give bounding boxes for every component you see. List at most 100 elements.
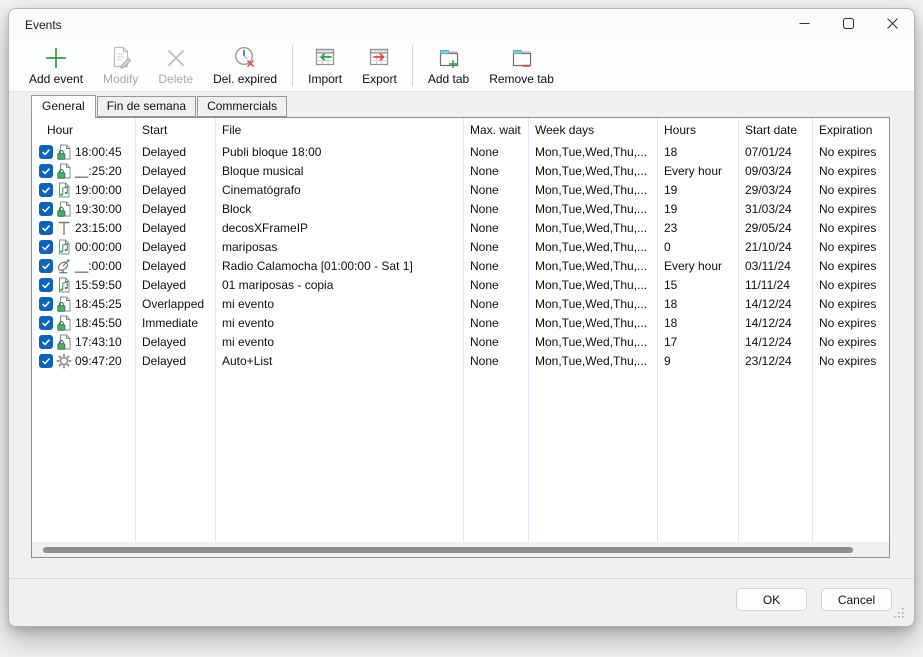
table-row[interactable]: 18:45:25Overlappedmi eventoNoneMon,Tue,W… <box>32 294 889 313</box>
cell-max-wait: None <box>463 221 528 235</box>
cell-start: Overlapped <box>135 297 215 311</box>
hour-value: 09:47:20 <box>75 354 122 368</box>
import-icon <box>312 44 338 72</box>
column-header-max-wait[interactable]: Max. wait <box>463 123 528 137</box>
hour-value: 18:00:45 <box>75 145 122 159</box>
tab-fin-de-semana[interactable]: Fin de semana <box>97 96 196 117</box>
cell-max-wait: None <box>463 145 528 159</box>
cell-file: mariposas <box>215 240 463 254</box>
add-plus-icon <box>43 44 69 72</box>
maximize-button[interactable] <box>826 9 870 40</box>
row-enabled-checkbox[interactable] <box>39 335 53 349</box>
music-file-icon <box>56 182 72 198</box>
cell-max-wait: None <box>463 354 528 368</box>
cell-file: 01 mariposas - copia <box>215 278 463 292</box>
table-row[interactable]: 18:45:50Immediatemi eventoNoneMon,Tue,We… <box>32 313 889 332</box>
row-enabled-checkbox[interactable] <box>39 297 53 311</box>
cell-hour: 15:59:50 <box>32 277 135 293</box>
minimize-button[interactable] <box>782 9 826 40</box>
cell-file: Bloque musical <box>215 164 463 178</box>
column-header-hour[interactable]: Hour <box>32 123 135 137</box>
events-dialog: Events Add event <box>8 8 915 627</box>
cell-hours: 18 <box>657 145 738 159</box>
cell-hour: 18:45:50 <box>32 315 135 331</box>
cell-expiration: No expires <box>812 164 889 178</box>
cell-hours: 0 <box>657 240 738 254</box>
cell-file: Auto+List <box>215 354 463 368</box>
cell-start: Delayed <box>135 202 215 216</box>
table-row[interactable]: 18:00:45DelayedPubli bloque 18:00NoneMon… <box>32 142 889 161</box>
cell-expiration: No expires <box>812 354 889 368</box>
row-enabled-checkbox[interactable] <box>39 240 53 254</box>
table-row[interactable]: __:00:00DelayedRadio Calamocha [01:00:00… <box>32 256 889 275</box>
resize-grip-icon[interactable] <box>894 605 904 623</box>
table-row[interactable]: __:25:20DelayedBloque musicalNoneMon,Tue… <box>32 161 889 180</box>
cell-week-days: Mon,Tue,Wed,Thu,... <box>528 297 657 311</box>
row-enabled-checkbox[interactable] <box>39 316 53 330</box>
modify-button: Modify <box>93 40 148 91</box>
column-header-week-days[interactable]: Week days <box>528 123 657 137</box>
cancel-button[interactable]: Cancel <box>821 588 892 611</box>
delete-button: Delete <box>148 40 203 91</box>
cell-file: Cinematógrafo <box>215 183 463 197</box>
table-row[interactable]: 15:59:50Delayed01 mariposas - copiaNoneM… <box>32 275 889 294</box>
table-row[interactable]: 17:43:10Delayedmi eventoNoneMon,Tue,Wed,… <box>32 332 889 351</box>
column-header-expiration[interactable]: Expiration <box>812 123 889 137</box>
cell-max-wait: None <box>463 297 528 311</box>
horizontal-scrollbar-thumb[interactable] <box>43 547 853 553</box>
column-header-start-date[interactable]: Start date <box>738 123 812 137</box>
table-row[interactable]: 19:30:00DelayedBlockNoneMon,Tue,Wed,Thu,… <box>32 199 889 218</box>
row-enabled-checkbox[interactable] <box>39 202 53 216</box>
hour-value: 18:45:50 <box>75 316 122 330</box>
tab-commercials[interactable]: Commercials <box>197 96 287 117</box>
cell-start-date: 14/12/24 <box>738 335 812 349</box>
cell-max-wait: None <box>463 240 528 254</box>
row-enabled-checkbox[interactable] <box>39 145 53 159</box>
cell-start: Delayed <box>135 221 215 235</box>
column-header-file[interactable]: File <box>215 123 463 137</box>
import-button[interactable]: Import <box>298 40 352 91</box>
table-row[interactable]: 23:15:00DelayeddecosXFrameIPNoneMon,Tue,… <box>32 218 889 237</box>
cell-expiration: No expires <box>812 240 889 254</box>
locked-file-icon <box>56 144 72 160</box>
tab-general[interactable]: General <box>31 95 96 118</box>
horizontal-scrollbar[interactable] <box>32 542 889 557</box>
add-tab-icon <box>435 44 463 72</box>
cell-hour: __:00:00 <box>32 258 135 274</box>
cell-file: mi evento <box>215 335 463 349</box>
table-row[interactable]: 00:00:00DelayedmariposasNoneMon,Tue,Wed,… <box>32 237 889 256</box>
cell-expiration: No expires <box>812 278 889 292</box>
column-header-hours[interactable]: Hours <box>657 123 738 137</box>
row-enabled-checkbox[interactable] <box>39 259 53 273</box>
row-enabled-checkbox[interactable] <box>39 278 53 292</box>
add-tab-button[interactable]: Add tab <box>418 40 479 91</box>
add-event-button[interactable]: Add event <box>19 40 93 91</box>
table-row[interactable]: 19:00:00DelayedCinematógrafoNoneMon,Tue,… <box>32 180 889 199</box>
close-button[interactable] <box>870 9 914 40</box>
locked-file-icon <box>56 296 72 312</box>
row-enabled-checkbox[interactable] <box>39 221 53 235</box>
remove-tab-button[interactable]: Remove tab <box>479 40 564 91</box>
cell-file: Publi bloque 18:00 <box>215 145 463 159</box>
cell-hours: 17 <box>657 335 738 349</box>
footer-divider <box>9 578 914 579</box>
cell-expiration: No expires <box>812 297 889 311</box>
export-button[interactable]: Export <box>352 40 407 91</box>
ok-button[interactable]: OK <box>736 588 807 611</box>
hour-value: 19:30:00 <box>75 202 122 216</box>
cell-file: mi evento <box>215 316 463 330</box>
table-header: Hour Start File Max. wait Week days Hour… <box>32 118 889 142</box>
row-enabled-checkbox[interactable] <box>39 354 53 368</box>
cell-start: Delayed <box>135 259 215 273</box>
row-enabled-checkbox[interactable] <box>39 164 53 178</box>
cell-week-days: Mon,Tue,Wed,Thu,... <box>528 240 657 254</box>
cell-week-days: Mon,Tue,Wed,Thu,... <box>528 259 657 273</box>
del-expired-button[interactable]: Del. expired <box>203 40 287 91</box>
remove-tab-icon <box>508 44 536 72</box>
row-enabled-checkbox[interactable] <box>39 183 53 197</box>
cell-max-wait: None <box>463 316 528 330</box>
export-icon <box>366 44 392 72</box>
table-row[interactable]: 09:47:20DelayedAuto+ListNoneMon,Tue,Wed,… <box>32 351 889 370</box>
column-header-start[interactable]: Start <box>135 123 215 137</box>
cell-hours: 18 <box>657 316 738 330</box>
